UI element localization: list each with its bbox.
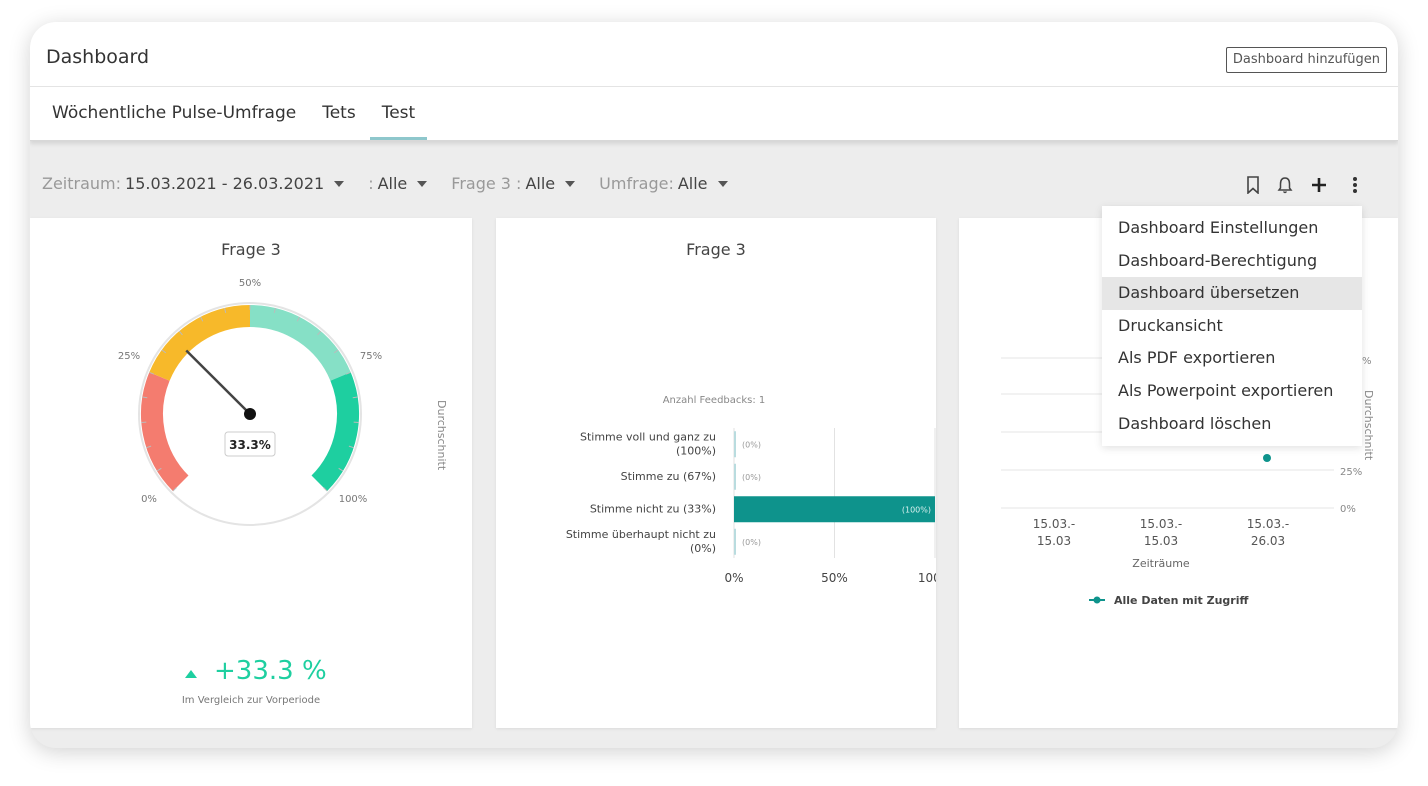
bar-data-label: (0%) <box>742 473 761 482</box>
menu-item-druckansicht[interactable]: Druckansicht <box>1102 310 1362 343</box>
bar-data-label: (0%) <box>742 440 761 449</box>
trend-up-icon <box>185 670 197 678</box>
chart-subtitle: Anzahl Feedbacks: 1 <box>663 395 766 406</box>
gauge-needle <box>185 349 251 415</box>
bell-icon[interactable] <box>1276 176 1294 194</box>
gauge-tick-label: 75% <box>360 351 382 362</box>
filter-umfrage[interactable]: Umfrage: Alle <box>599 174 728 193</box>
filter-zeitraum[interactable]: Zeitraum: 15.03.2021 - 26.03.2021 <box>42 174 345 193</box>
menu-item-powerpoint-export[interactable]: Als Powerpoint exportieren <box>1102 375 1362 408</box>
x-tick-label: 0% <box>724 571 743 585</box>
filter-label: Zeitraum: <box>42 174 122 193</box>
gauge-tick-label: 50% <box>239 278 261 289</box>
gauge-tick-label: 0% <box>141 494 157 505</box>
dashboard-menu: Dashboard Einstellungen Dashboard-Berech… <box>1102 206 1362 447</box>
gauge-tick-label: 25% <box>118 351 140 362</box>
y-axis-title: Durchschnitt <box>1362 390 1375 461</box>
bar-category-label: Stimme nicht zu (33%) <box>590 502 716 515</box>
bar <box>734 528 736 555</box>
y-tick-label: % <box>1362 356 1372 367</box>
filter-frage-3[interactable]: Frage 3 : Alle <box>451 174 576 193</box>
tab-test[interactable]: Test <box>369 86 428 140</box>
y-tick-label: 0% <box>1340 504 1356 515</box>
bar <box>734 431 736 458</box>
bar <box>734 463 736 490</box>
bar-chart-card: Frage 3 Anzahl Feedbacks: 1 (0%) (0%) (100… <box>496 218 936 728</box>
menu-item-pdf-export[interactable]: Als PDF exportieren <box>1102 342 1362 375</box>
delta-caption: Im Vergleich zur Vorperiode <box>182 695 320 706</box>
delta-value: +33.3 % <box>214 656 327 686</box>
gauge-segment-green <box>311 372 359 492</box>
gauge-chart: 33.3% Durchschnitt 0% 25% 50% 75% 100% +… <box>118 278 448 706</box>
filter-bar: Zeitraum: 15.03.2021 - 26.03.2021 : Alle… <box>42 174 752 193</box>
x-axis-title: Zeiträume <box>1132 557 1190 570</box>
menu-item-berechtigung[interactable]: Dashboard-Berechtigung <box>1102 245 1362 278</box>
menu-item-loeschen[interactable]: Dashboard löschen <box>1102 408 1362 441</box>
filter-label: : <box>368 174 374 193</box>
caret-down-icon <box>565 180 576 187</box>
bar-x-ticks: 0% 50% 100% <box>724 571 936 585</box>
bar-grid <box>733 428 936 558</box>
app-window: Dashboard Dashboard hinzufügen Wöchentli… <box>30 22 1398 748</box>
x-tick-label: 15.03.- <box>1140 517 1183 531</box>
caret-down-icon <box>417 180 428 187</box>
x-tick-label: 50% <box>821 571 848 585</box>
toolbar <box>1230 176 1358 194</box>
page-title: Dashboard <box>46 46 150 68</box>
y-tick-label: 25% <box>1340 467 1362 478</box>
tab-bar: Wöchentliche Pulse-Umfrage Tets Test <box>40 86 429 140</box>
add-dashboard-button[interactable]: Dashboard hinzufügen <box>1225 47 1387 73</box>
caret-down-icon <box>334 180 345 187</box>
bar-category-label: (0%) <box>690 542 716 555</box>
menu-item-uebersetzen[interactable]: Dashboard übersetzen <box>1102 277 1362 310</box>
gauge-segment-red <box>141 372 189 492</box>
bar-category-labels: Stimme voll und ganz zu(100%) Stimme zu (… <box>566 430 716 555</box>
tab-tets[interactable]: Tets <box>310 86 367 140</box>
filter-unnamed[interactable]: : Alle <box>368 174 428 193</box>
bar-data-label: (100%) <box>902 505 931 514</box>
filter-label: Umfrage: <box>599 174 674 193</box>
x-tick-label: 15.03 <box>1037 534 1071 548</box>
x-tick-label: 15.03 <box>1144 534 1178 548</box>
legend-label[interactable]: Alle Daten mit Zugriff <box>1114 594 1248 607</box>
gauge-segment-lightgreen <box>249 305 351 382</box>
bookmark-icon[interactable] <box>1246 176 1260 194</box>
bar-category-label: Stimme zu (67%) <box>621 470 716 483</box>
gauge-tick-label: 100% <box>339 494 368 505</box>
filter-value: 15.03.2021 - 26.03.2021 <box>125 174 325 193</box>
more-vertical-icon[interactable] <box>1352 176 1358 194</box>
bar-category-label: (100%) <box>676 444 716 457</box>
x-tick-label: 100% <box>918 571 936 585</box>
gauge-side-label: Durchschnitt <box>435 400 448 471</box>
data-point <box>1263 454 1271 462</box>
gauge-value-label: 33.3% <box>229 438 271 452</box>
x-tick-label: 26.03 <box>1251 534 1285 548</box>
caret-down-icon <box>717 180 728 187</box>
filter-label: Frage 3 : <box>451 174 522 193</box>
tab-woechentliche-pulse-umfrage[interactable]: Wöchentliche Pulse-Umfrage <box>40 86 308 140</box>
bar-chart: Anzahl Feedbacks: 1 (0%) (0%) (100%) (0%) S… <box>566 395 936 585</box>
x-tick-labels: 15.03.- 15.03 15.03.- 15.03 15.03.- 26.03 <box>1033 517 1290 548</box>
x-tick-label: 15.03.- <box>1247 517 1290 531</box>
x-tick-label: 15.03.- <box>1033 517 1076 531</box>
plus-icon[interactable] <box>1310 176 1328 194</box>
filter-value: Alle <box>677 174 708 193</box>
bar-data-label: (0%) <box>742 538 761 547</box>
legend-marker <box>1093 596 1101 604</box>
gauge-needle-hub <box>244 408 256 420</box>
header: Dashboard Dashboard hinzufügen Wöchentli… <box>30 22 1398 141</box>
filter-value: Alle <box>377 174 408 193</box>
gauge-card: Frage 3 33.3% Durchschnitt 0% 25% 50% 75… <box>30 218 472 728</box>
filter-value: Alle <box>525 174 556 193</box>
menu-item-einstellungen[interactable]: Dashboard Einstellungen <box>1102 212 1362 245</box>
bar-category-label: Stimme überhaupt nicht zu <box>566 528 716 541</box>
bar-category-label: Stimme voll und ganz zu <box>580 430 716 443</box>
